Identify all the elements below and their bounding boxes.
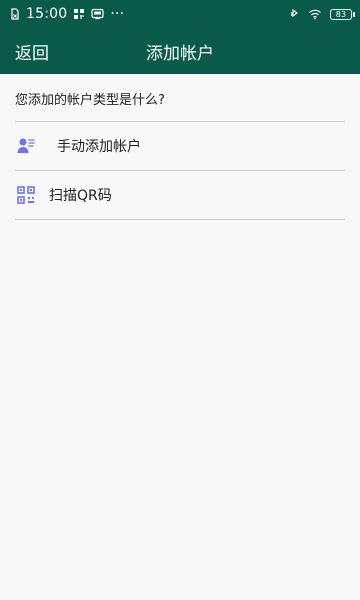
title-bar: 返回 添加帐户 (0, 28, 360, 74)
back-button[interactable]: 返回 (15, 28, 49, 74)
scan-qr-label: 扫描QR码 (49, 188, 112, 204)
qr-code-icon (15, 184, 37, 206)
person-list-icon (15, 135, 37, 157)
sim-card-icon (10, 8, 20, 20)
bluetooth-icon (290, 8, 300, 20)
notification-icon (73, 8, 85, 20)
more-notifications-icon: ··· (110, 6, 125, 22)
page-title: 添加帐户 (146, 43, 214, 64)
account-type-question: 您添加的帐户类型是什么? (15, 74, 345, 122)
app-screen: 15:00 ··· 83 返回 添加帐户 您添加的帐户类型是什么? 手动添加帐户… (0, 0, 360, 600)
manual-add-account-label: 手动添加帐户 (57, 139, 141, 155)
manual-add-account-option[interactable]: 手动添加帐户 (15, 122, 345, 171)
scan-qr-option[interactable]: 扫描QR码 (15, 171, 345, 220)
status-bar-left: 15:00 ··· (10, 6, 124, 22)
battery-icon: 83 (330, 8, 355, 20)
status-time: 15:00 (26, 6, 68, 22)
status-bar: 15:00 ··· 83 (0, 0, 360, 28)
app-notification-icon (91, 8, 104, 20)
status-bar-right: 83 (290, 8, 355, 20)
account-type-content: 您添加的帐户类型是什么? 手动添加帐户 扫描QR码 (0, 74, 360, 220)
wifi-icon (308, 8, 322, 20)
